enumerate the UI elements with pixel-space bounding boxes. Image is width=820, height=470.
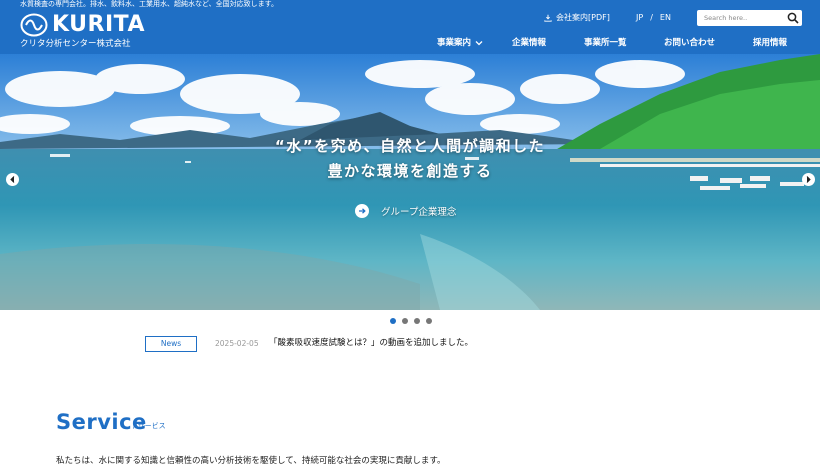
arrow-right-icon [355, 204, 369, 218]
logo-wordmark: KURITA [52, 12, 145, 37]
nav-item-label: 企業情報 [512, 38, 547, 48]
hero-line-1: “水”を究め、自然と人間が調和した [274, 137, 546, 155]
hero-slider: “水”を究め、自然と人間が調和した 豊かな環境を創造する グループ企業理念 [0, 54, 820, 310]
language-switcher: JP / EN [636, 13, 671, 23]
search-input[interactable] [697, 10, 785, 26]
slider-next-button[interactable] [802, 173, 815, 186]
slider-dot-1[interactable] [390, 318, 396, 324]
chevron-left-icon [10, 176, 15, 183]
nav-item-label: 事業所一覧 [584, 38, 627, 48]
download-icon [544, 14, 552, 22]
chevron-down-icon [475, 41, 483, 46]
nav-item-company[interactable]: 企業情報 [512, 37, 546, 49]
pdf-link-label: 会社案内[PDF] [556, 13, 610, 22]
news-badge-button[interactable]: News [145, 336, 197, 352]
nav-item-label: 事業案内 [437, 38, 472, 48]
nav-item-services[interactable]: 事業案内 [437, 37, 483, 49]
lang-en-link[interactable]: EN [660, 13, 671, 23]
kurita-logo-icon [20, 13, 48, 37]
hero-heading: “水”を究め、自然と人間が調和した 豊かな環境を創造する [0, 134, 820, 184]
news-headline-link[interactable]: 「酸素吸収速度試験とは？」の動画を追加しました。 [269, 338, 473, 349]
nav-item-offices[interactable]: 事業所一覧 [584, 37, 627, 49]
nav-item-label: 採用情報 [753, 38, 788, 48]
nav-item-label: お問い合わせ [664, 38, 716, 48]
nav-item-contact[interactable]: お問い合わせ [664, 37, 715, 49]
slider-prev-button[interactable] [6, 173, 19, 186]
main-nav: 事業案内 企業情報 事業所一覧 お問い合わせ 採用情報 [0, 37, 820, 49]
lang-jp-link[interactable]: JP [636, 13, 643, 23]
hero-line-2: 豊かな環境を創造する [327, 162, 493, 180]
slider-dot-2[interactable] [402, 318, 408, 324]
section-subtitle-service: / サービス [133, 422, 166, 430]
slider-dot-3[interactable] [414, 318, 420, 324]
lang-separator: / [650, 13, 653, 22]
search-icon[interactable] [787, 12, 799, 24]
slider-pagination [390, 318, 432, 324]
philosophy-link[interactable]: グループ企業理念 [355, 204, 456, 218]
search-box [697, 10, 802, 26]
site-header: 水質検査の専門会社。排水、飲料水、工業用水、超純水など、全国対応致します。 KU… [0, 0, 820, 54]
philosophy-link-label: グループ企業理念 [381, 207, 457, 218]
news-date: 2025-02-05 [215, 339, 259, 348]
chevron-right-icon [806, 176, 811, 183]
header-tagline: 水質検査の専門会社。排水、飲料水、工業用水、超純水など、全国対応致します。 [20, 0, 278, 8]
service-description: 私たちは、水に関する知識と信頼性の高い分析技術を駆使して、持続可能な社会の実現に… [56, 456, 446, 466]
slider-dot-4[interactable] [426, 318, 432, 324]
nav-item-recruit[interactable]: 採用情報 [753, 37, 787, 49]
company-pdf-link[interactable]: 会社案内[PDF] [544, 13, 610, 23]
